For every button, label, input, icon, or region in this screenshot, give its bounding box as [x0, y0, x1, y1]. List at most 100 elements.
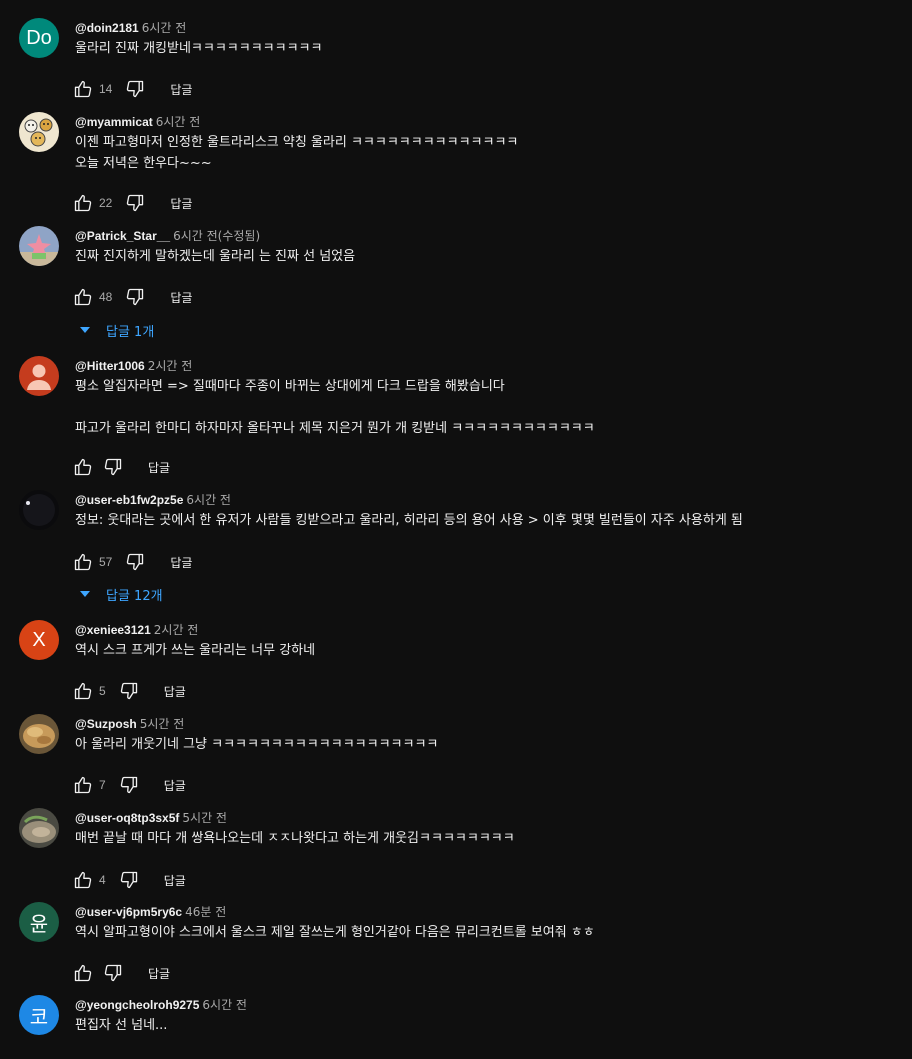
like-button[interactable] [72, 286, 94, 308]
dislike-button[interactable] [102, 456, 124, 478]
comment-timestamp[interactable]: 6시간 전 [142, 21, 187, 35]
like-button[interactable] [72, 456, 94, 478]
like-count: 14 [99, 82, 113, 96]
replies-count-label: 답글 12개 [106, 588, 163, 604]
dislike-button[interactable] [124, 551, 146, 573]
comment-actions: 57 답글 [72, 550, 192, 574]
comment-timestamp[interactable]: 5시간 전 [182, 811, 227, 825]
like-button[interactable] [72, 680, 94, 702]
comment-author[interactable]: @doin2181 [75, 21, 139, 35]
reply-button[interactable]: 답글 [170, 81, 192, 98]
like-button[interactable] [72, 962, 94, 984]
like-button[interactable] [72, 192, 94, 214]
like-button[interactable] [72, 78, 94, 100]
comment-header: @user-vj6pm5ry6c 46분 전 [75, 903, 226, 921]
reply-button[interactable]: 답글 [164, 777, 186, 794]
comment-timestamp[interactable]: 2시간 전 [148, 359, 193, 373]
caret-down-icon [80, 591, 90, 597]
thumbs-up-icon [74, 964, 92, 982]
comment-text-line: 진짜 진지하게 말하겠는데 울라리 는 진짜 선 넘었음 [75, 249, 356, 264]
dislike-button[interactable] [118, 774, 140, 796]
comment-author[interactable]: @Suzposh [75, 717, 137, 731]
comment-text-line: 파고가 울라리 한마디 하자마자 올타꾸나 제목 지은거 뭔가 개 킹받네 ㅋㅋ… [75, 421, 595, 436]
comment-header: @Hitter1006 2시간 전 [75, 357, 192, 375]
comment-text-line: 편집자 선 넘네... [75, 1018, 168, 1033]
dislike-button[interactable] [102, 962, 124, 984]
reply-button[interactable]: 답글 [170, 289, 192, 306]
thumbs-down-icon [127, 194, 144, 212]
like-count: 7 [99, 778, 106, 792]
reply-button[interactable]: 답글 [164, 683, 186, 700]
avatar[interactable] [19, 112, 59, 152]
view-replies-button[interactable]: 답글 12개 [80, 582, 163, 606]
avatar[interactable] [19, 714, 59, 754]
avatar-letter: 코 [29, 1006, 49, 1029]
comment-timestamp[interactable]: 6시간 전(수정됨) [173, 229, 260, 243]
avatar[interactable]: Do [19, 18, 59, 58]
reply-button[interactable]: 답글 [170, 195, 192, 212]
like-button[interactable] [72, 774, 94, 796]
comment-header: @yeongcheolroh9275 6시간 전 [75, 996, 247, 1014]
comment-author[interactable]: @user-vj6pm5ry6c [75, 905, 182, 919]
comment-text-line: 아 울라리 개웃기네 그냥 ㅋㅋㅋㅋㅋㅋㅋㅋㅋㅋㅋㅋㅋㅋㅋㅋㅋㅋㅋ [75, 737, 439, 752]
comment-header: @Suzposh 5시간 전 [75, 715, 184, 733]
comment-timestamp[interactable]: 6시간 전 [156, 115, 201, 129]
reply-button[interactable]: 답글 [164, 872, 186, 889]
dislike-button[interactable] [124, 192, 146, 214]
thumbs-down-icon [120, 776, 137, 794]
comment-timestamp[interactable]: 5시간 전 [140, 717, 185, 731]
thumbs-up-icon [74, 80, 92, 98]
comment-author[interactable]: @user-eb1fw2pz5e [75, 493, 183, 507]
dislike-button[interactable] [124, 286, 146, 308]
reply-button[interactable]: 답글 [148, 965, 170, 982]
thumbs-up-icon [74, 288, 92, 306]
thumbs-down-icon [127, 80, 144, 98]
comment-timestamp[interactable]: 6시간 전 [202, 998, 247, 1012]
like-count: 57 [99, 555, 113, 569]
avatar[interactable]: 윤 [19, 902, 59, 942]
comment-text-line: 정보: 웃대라는 곳에서 한 유저가 사람들 킹받으라고 울라리, 히라리 등의… [75, 513, 743, 528]
like-count: 5 [99, 684, 106, 698]
comment-text-line: 평소 알집자라면 => 질때마다 주종이 바뀌는 상대에게 다크 드랍을 해봤습… [75, 379, 505, 394]
avatar[interactable]: X [19, 620, 59, 660]
dislike-button[interactable] [124, 78, 146, 100]
comment-timestamp[interactable]: 2시간 전 [154, 623, 199, 637]
comment-timestamp[interactable]: 6시간 전 [186, 493, 231, 507]
dislike-button[interactable] [118, 869, 140, 891]
comment-header: @xeniee3121 2시간 전 [75, 621, 198, 639]
comment-header: @user-eb1fw2pz5e 6시간 전 [75, 491, 231, 509]
comment-text-line: 울라리 진짜 개킹받네ㅋㅋㅋㅋㅋㅋㅋㅋㅋㅋㅋ [75, 41, 323, 56]
avatar-letter: 윤 [29, 913, 49, 936]
comment-author[interactable]: @myammicat [75, 115, 153, 129]
avatar[interactable] [19, 356, 59, 396]
comment-actions: 7 답글 [72, 773, 186, 797]
reply-button[interactable]: 답글 [170, 554, 192, 571]
comment-actions: 48 답글 [72, 285, 192, 309]
comment-header: @myammicat 6시간 전 [75, 113, 200, 131]
comment-text-line: 매번 끝날 때 마다 개 쌍욕나오는데 ㅈㅈ나왓다고 하는게 개웃김ㅋㅋㅋㅋㅋㅋ… [75, 831, 515, 846]
like-button[interactable] [72, 551, 94, 573]
thumbs-up-icon [74, 458, 92, 476]
comment-author[interactable]: @yeongcheolroh9275 [75, 998, 199, 1012]
dislike-button[interactable] [118, 680, 140, 702]
comment-timestamp[interactable]: 46분 전 [185, 905, 226, 919]
thumbs-up-icon [74, 194, 92, 212]
like-count: 4 [99, 873, 106, 887]
like-button[interactable] [72, 869, 94, 891]
avatar[interactable]: 코 [19, 995, 59, 1035]
comment-author[interactable]: @xeniee3121 [75, 623, 151, 637]
avatar[interactable] [19, 226, 59, 266]
thumbs-up-icon [74, 553, 92, 571]
comment-author[interactable]: @user-oq8tp3sx5f [75, 811, 179, 825]
reply-button[interactable]: 답글 [148, 459, 170, 476]
comment-text-line: 역시 스크 프게가 쓰는 울라리는 너무 강하네 [75, 643, 316, 658]
avatar-letter: X [32, 628, 46, 651]
view-replies-button[interactable]: 답글 1개 [80, 318, 154, 342]
comment-header: @user-oq8tp3sx5f 5시간 전 [75, 809, 227, 827]
comment-author[interactable]: @Hitter1006 [75, 359, 145, 373]
avatar[interactable] [19, 808, 59, 848]
avatar[interactable] [19, 490, 59, 530]
comment-author[interactable]: @Patrick_Star__ [75, 229, 170, 243]
thumbs-down-icon [120, 682, 137, 700]
comment-header: @doin2181 6시간 전 [75, 19, 186, 37]
